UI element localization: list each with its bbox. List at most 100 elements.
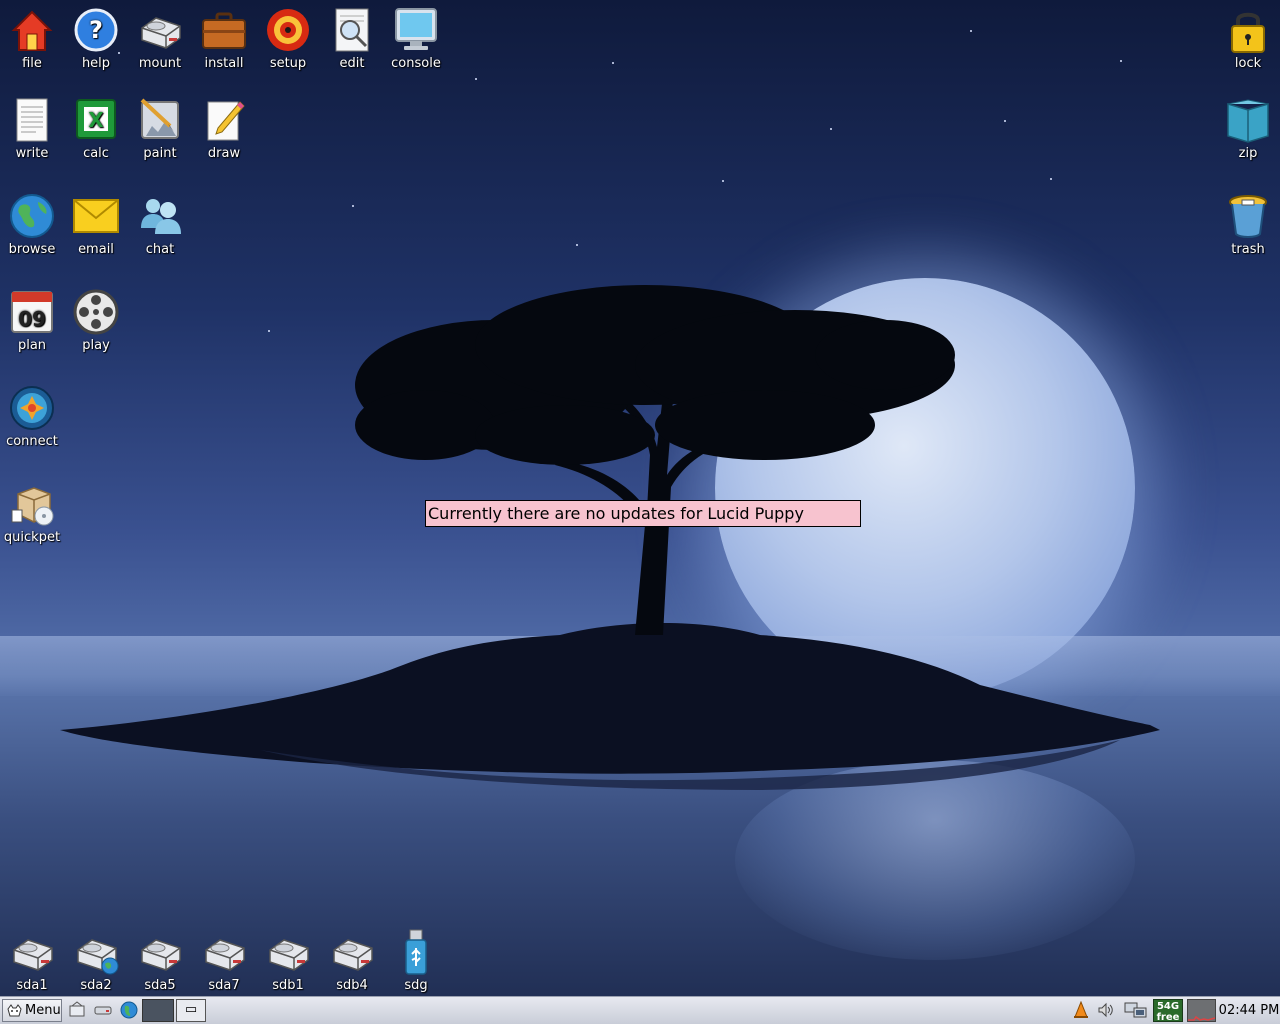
drive-icon (328, 928, 376, 976)
desktop-icon-label: quickpet (3, 530, 61, 545)
star (576, 244, 578, 246)
star (830, 128, 832, 130)
drive-icon-sda2[interactable]: sda2 (64, 928, 128, 993)
tree-silhouette (355, 285, 955, 635)
taskbar: Menu ▭ 54G free 02:44 PM (0, 996, 1280, 1024)
desktop-icon-label: zip (1238, 146, 1258, 161)
desktop-icon-zip[interactable]: zip (1216, 96, 1280, 161)
start-menu-button[interactable]: Menu (2, 999, 62, 1022)
desktop-icon-setup[interactable]: setup (256, 6, 320, 71)
paint-icon (136, 96, 184, 144)
calendar-day-number: 09 (18, 307, 46, 331)
volume-icon[interactable] (1097, 1001, 1115, 1019)
edit-document-icon (328, 6, 376, 54)
disk-free-label: free (1156, 1012, 1180, 1023)
network-icon (8, 384, 56, 432)
desktop-icon-connect[interactable]: connect (0, 384, 64, 449)
desktop-icon-chat[interactable]: chat (128, 192, 192, 257)
desktop-icon-mount[interactable]: mount (128, 6, 192, 71)
star (722, 180, 724, 182)
update-notification[interactable]: Currently there are no updates for Lucid… (425, 500, 861, 527)
desktop-icon-email[interactable]: email (64, 192, 128, 257)
drive-icon (136, 6, 184, 54)
desktop-icon-edit[interactable]: edit (320, 6, 384, 71)
desktop-icon-label: connect (6, 434, 58, 449)
quicklaunch-drive-icon[interactable] (94, 1001, 112, 1019)
desktop-icon-label: file (22, 56, 42, 71)
desktop-icon-label: browse (8, 242, 56, 257)
star (1050, 178, 1052, 180)
globe-icon (8, 192, 56, 240)
monitor-icon (392, 6, 440, 54)
desktop-icon-lock[interactable]: lock (1216, 6, 1280, 71)
setup-target-icon (264, 6, 312, 54)
quicklaunch-desktop-icon[interactable] (68, 1001, 86, 1019)
disk-free-size: 54G (1156, 1001, 1180, 1012)
desktop-icon-label: install (204, 56, 244, 71)
desktop-icon-label: chat (145, 242, 175, 257)
moon-reflection (735, 760, 1135, 960)
taskbar-window-slot[interactable] (142, 999, 174, 1022)
star (1004, 120, 1006, 122)
star (612, 62, 614, 64)
svg-text:?: ? (89, 16, 103, 44)
drive-icon (8, 928, 56, 976)
desktop-icon-label: lock (1234, 56, 1262, 71)
film-reel-icon (72, 288, 120, 336)
drive-icon-sda1[interactable]: sda1 (0, 928, 64, 993)
drive-icon-sdb4[interactable]: sdb4 (320, 928, 384, 993)
envelope-icon (72, 192, 120, 240)
desktop-icon-label: console (391, 56, 441, 71)
briefcase-icon (200, 6, 248, 54)
calendar-icon: 09 (8, 288, 56, 336)
desktop-icon-write[interactable]: write (0, 96, 64, 161)
desktop-icon-file[interactable]: file (0, 6, 64, 71)
desktop-icon-label: calc (83, 146, 109, 161)
desktop-icon-label: mount (138, 56, 182, 71)
drive-icon-sdb1[interactable]: sdb1 (256, 928, 320, 993)
archive-icon (1224, 96, 1272, 144)
network-status-icon[interactable] (1124, 1001, 1148, 1019)
desktop-icon-play[interactable]: play (64, 288, 128, 353)
drive-icon (136, 928, 184, 976)
desktop-icon-paint[interactable]: paint (128, 96, 192, 161)
start-menu-label: Menu (25, 1003, 61, 1018)
star (268, 330, 270, 332)
drive-label: sda7 (208, 978, 240, 993)
desktop-icon-install[interactable]: install (192, 6, 256, 71)
desktop-icon-plan[interactable]: 09 plan (0, 288, 64, 353)
star (475, 78, 477, 80)
desktop-icon-browse[interactable]: browse (0, 192, 64, 257)
drive-icon (264, 928, 312, 976)
desktop-icon-help[interactable]: ? help (64, 6, 128, 71)
clock[interactable]: 02:44 PM (1218, 997, 1280, 1024)
desktop-icon-label: email (78, 242, 114, 257)
show-desktop-button[interactable]: ▭ (176, 999, 206, 1022)
svg-text:X: X (88, 108, 104, 132)
desktop-icon-quickpet[interactable]: quickpet (0, 480, 64, 545)
desktop-icon-label: trash (1231, 242, 1265, 257)
drive-icon-sda5[interactable]: sda5 (128, 928, 192, 993)
disk-free-indicator[interactable]: 54G free (1153, 999, 1183, 1023)
trash-icon (1224, 192, 1272, 240)
drive-icon-sdg[interactable]: sdg (384, 928, 448, 993)
puppy-logo-icon (6, 1003, 22, 1019)
desktop-icon-draw[interactable]: draw (192, 96, 256, 161)
desktop-icon-label: draw (207, 146, 241, 161)
desktop-icon-label: plan (17, 338, 47, 353)
desktop-icon-console[interactable]: console (384, 6, 448, 71)
drive-icon-sda7[interactable]: sda7 (192, 928, 256, 993)
cpu-monitor[interactable] (1187, 999, 1216, 1022)
desktop-icon-trash[interactable]: trash (1216, 192, 1280, 257)
desktop-icon-calc[interactable]: X calc (64, 96, 128, 161)
quicklaunch-browser-icon[interactable] (120, 1001, 138, 1019)
desktop-icon-label: setup (269, 56, 307, 71)
drive-label: sda2 (80, 978, 112, 993)
padlock-icon (1224, 6, 1272, 54)
star (1120, 60, 1122, 62)
drive-label: sda1 (16, 978, 48, 993)
home-icon (8, 6, 56, 54)
desktop-icon-label: paint (143, 146, 177, 161)
update-notification-text: Currently there are no updates for Lucid… (428, 504, 804, 523)
vlc-cone-icon[interactable] (1072, 1000, 1090, 1019)
